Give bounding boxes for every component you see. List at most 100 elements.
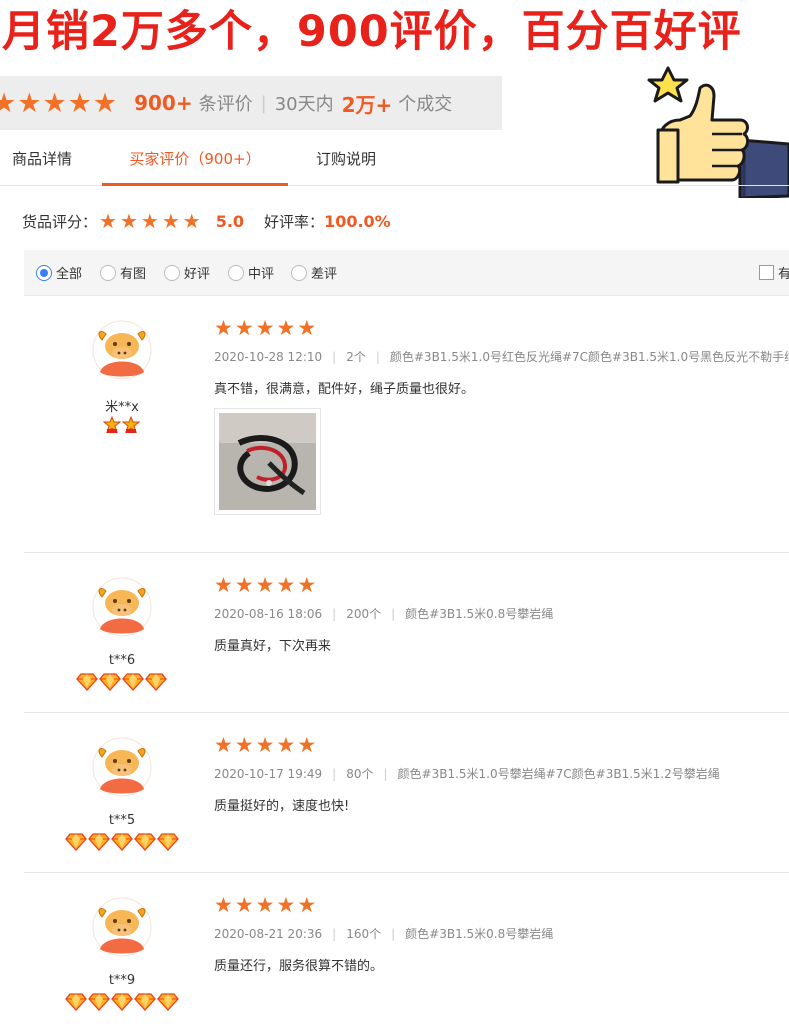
- radio-button[interactable]: [36, 264, 52, 281]
- rating-summary: ★ ★ ★ ★ ★ 900+ 条评价 | 30天内 2万+ 个成交: [0, 76, 502, 130]
- period-label: 30天内: [274, 94, 334, 115]
- score-value: 5.0: [215, 211, 245, 231]
- filter-neutral[interactable]: 中评: [228, 263, 274, 282]
- good-rate-label: 好评率：: [264, 212, 325, 231]
- page: 月销2万多个，900评价，百分百好评 ★ ★ ★ ★ ★ 900+ 条评价 | …: [0, 0, 789, 1027]
- star-icon: ★: [92, 87, 118, 119]
- promo-banner: 月销2万多个，900评价，百分百好评: [0, 0, 789, 66]
- radio-button[interactable]: [164, 264, 180, 281]
- star-icon: ★: [297, 733, 317, 757]
- reviewer-name: t**9: [108, 973, 136, 988]
- review-count: 900+: [134, 91, 193, 115]
- filter-positive[interactable]: 好评: [164, 263, 210, 282]
- star-icon: ★: [255, 893, 275, 917]
- star-icon: ★: [0, 87, 17, 119]
- review-stars: ★ ★ ★ ★ ★: [214, 895, 318, 916]
- filter-label: 差评: [311, 267, 338, 282]
- summary-stars: ★ ★ ★ ★ ★: [0, 90, 118, 117]
- review-item: t**6 ★ ★ ★ ★ ★ 2020-08-16 18:06 | 200个 | 颜色#3B1.5米…: [24, 552, 789, 712]
- filter-label: 有图: [120, 267, 147, 282]
- star-icon: ★: [276, 316, 296, 340]
- star-icon: ★: [214, 573, 233, 597]
- star-icon: ★: [140, 209, 159, 233]
- star-icon: ★: [214, 733, 233, 757]
- divider: |: [332, 767, 337, 781]
- review-date: 2020-10-17 19:49: [214, 767, 323, 781]
- star-icon: ★: [182, 209, 201, 233]
- checkbox[interactable]: [759, 265, 774, 280]
- filter-label: 好评: [184, 267, 211, 282]
- divider: |: [332, 607, 337, 621]
- sold-count: 2万+: [341, 92, 393, 117]
- radio-button[interactable]: [291, 264, 307, 281]
- star-icon: ★: [255, 733, 275, 757]
- review-meta: 2020-10-28 12:10 | 2个 | 颜色#3B1.5米1.0号红色反光绳#7…: [214, 348, 789, 365]
- review-item: 米**x ★ ★ ★ ★ ★ 2020-10-28 12:10 | 2个 | 颜色#3B1.5米1.…: [24, 296, 789, 552]
- product-score: 货品评分： ★ ★ ★ ★ ★ 5.0 好评率： 100.0%: [22, 206, 391, 236]
- review-qty: 2个: [346, 350, 366, 364]
- score-label: 货品评分：: [22, 212, 98, 231]
- review-meta: 2020-08-16 18:06 | 200个 | 颜色#3B1.5米0.8号攀岩绳: [214, 605, 553, 622]
- divider: |: [383, 767, 388, 781]
- crown-badge-icon: [44, 416, 200, 434]
- review-date: 2020-10-28 12:10: [214, 350, 323, 364]
- avatar: [92, 320, 152, 380]
- review-item: t**9 ★ ★ ★ ★ ★ 2020-08-21 20:36 | 160个 | 颜色#3B1.5米…: [24, 872, 789, 1027]
- review-item: t**5 ★ ★ ★ ★ ★ 2020-10-17 19:49 | 80个 | 颜色#3B1.5米1…: [24, 712, 789, 872]
- filter-all[interactable]: 全部: [36, 263, 82, 282]
- tab-buyer-reviews[interactable]: 买家评价（900+）: [102, 132, 288, 186]
- checkbox-label: 有: [778, 267, 789, 282]
- divider: |: [391, 927, 396, 941]
- review-spec: 颜色#3B1.5米1.0号红色反光绳#7C颜色#3B1.5米1.0号黑色反光不勒…: [389, 350, 789, 364]
- avatar: [92, 897, 152, 957]
- good-rate-value: 100.0%: [324, 211, 391, 231]
- star-icon: ★: [234, 316, 254, 340]
- review-stars: ★ ★ ★ ★ ★: [214, 735, 318, 756]
- review-count-label: 条评价: [198, 94, 253, 115]
- divider: |: [332, 927, 337, 941]
- star-icon: ★: [234, 573, 254, 597]
- star-icon: ★: [17, 87, 42, 119]
- review-date: 2020-08-16 18:06: [214, 607, 323, 621]
- filter-with-image[interactable]: 有图: [100, 263, 146, 282]
- diamond-badge-icon: [44, 833, 200, 851]
- review-text: 质量还行，服务很算不错的。: [214, 959, 384, 974]
- diamond-badge-icon: [44, 673, 200, 691]
- review-spec: 颜色#3B1.5米0.8号攀岩绳: [405, 607, 554, 621]
- review-spec: 颜色#3B1.5米0.8号攀岩绳: [405, 927, 554, 941]
- divider: |: [260, 92, 267, 114]
- review-spec: 颜色#3B1.5米1.0号攀岩绳#7C颜色#3B1.5米1.2号攀岩绳: [397, 767, 720, 781]
- review-qty: 80个: [346, 767, 374, 781]
- banner-text: 月销2万多个，900评价，百分百好评: [2, 7, 742, 57]
- review-meta: 2020-08-21 20:36 | 160个 | 颜色#3B1.5米0.8号攀岩绳: [214, 925, 553, 942]
- star-icon: ★: [42, 87, 67, 119]
- star-icon: ★: [214, 893, 233, 917]
- tab-order-info[interactable]: 订购说明: [316, 132, 376, 186]
- review-photo[interactable]: [214, 408, 321, 515]
- avatar: [92, 737, 152, 797]
- review-qty: 160个: [346, 927, 382, 941]
- star-icon: ★: [276, 733, 296, 757]
- review-qty: 200个: [346, 607, 382, 621]
- radio-button[interactable]: [100, 264, 116, 281]
- divider: |: [332, 350, 337, 364]
- star-icon: ★: [276, 573, 296, 597]
- filter-negative[interactable]: 差评: [291, 263, 337, 282]
- diamond-badge-icon: [44, 993, 200, 1011]
- star-icon: ★: [276, 893, 296, 917]
- review-meta: 2020-10-17 19:49 | 80个 | 颜色#3B1.5米1.0号攀岩绳#7C…: [214, 765, 720, 782]
- review-text: 真不错，很满意，配件好，绳子质量也很好。: [214, 382, 475, 397]
- filter-checkbox[interactable]: 有: [759, 263, 789, 282]
- radio-button[interactable]: [228, 264, 244, 281]
- star-icon: ★: [119, 209, 138, 233]
- tab-product-detail[interactable]: 商品详情: [12, 132, 72, 186]
- star-icon: ★: [234, 893, 254, 917]
- reviewer-name: 米**x: [105, 400, 139, 415]
- reviewer-name: t**5: [108, 813, 136, 828]
- reviewer-name: t**6: [108, 653, 136, 668]
- star-icon: ★: [297, 316, 317, 340]
- detail-tabs: 商品详情 买家评价（900+） 订购说明: [0, 132, 789, 186]
- star-icon: ★: [255, 573, 275, 597]
- star-icon: ★: [297, 893, 317, 917]
- review-date: 2020-08-21 20:36: [214, 927, 323, 941]
